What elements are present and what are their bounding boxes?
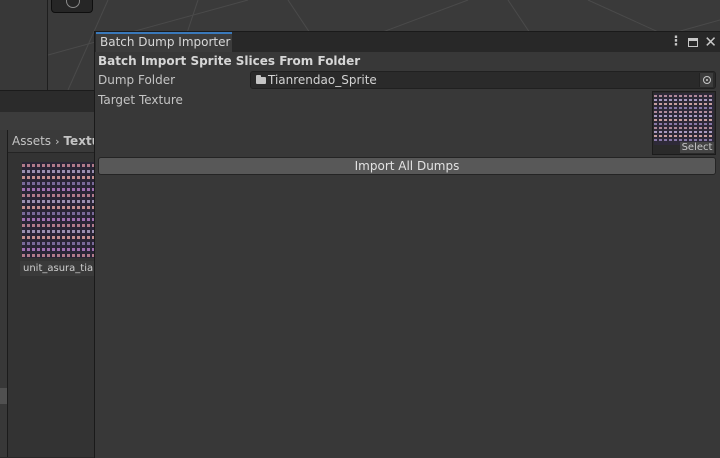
sprite-row [654, 103, 714, 105]
scrollbar-thumb[interactable] [0, 388, 7, 404]
scene-tool-button[interactable] [51, 0, 93, 13]
texture-select-button[interactable]: Select [680, 142, 714, 153]
project-assets-panel: Assets ›Textures unit_asura_tianrendao [8, 130, 94, 457]
section-header: Batch Import Sprite Slices From Folder [98, 54, 361, 68]
more-options-icon[interactable]: ⋮ [669, 35, 682, 49]
folder-icon [256, 75, 266, 84]
import-all-dumps-button[interactable]: Import All Dumps [98, 157, 716, 175]
dump-folder-field[interactable]: Tianrendao_Sprite [250, 71, 716, 89]
sprite-row [22, 188, 94, 191]
asset-label[interactable]: unit_asura_tianrendao [20, 261, 94, 276]
sprite-sheet-thumbnail[interactable] [22, 162, 94, 258]
sprite-row [654, 115, 714, 117]
sprite-row [654, 107, 714, 109]
project-folder-tree [0, 130, 8, 457]
texture-preview [654, 93, 714, 145]
sprite-row [654, 127, 714, 129]
breadcrumb-textures[interactable]: Textures [63, 134, 94, 148]
orbit-icon [66, 0, 80, 8]
sprite-row [22, 254, 94, 257]
sprite-row [22, 242, 94, 245]
target-texture-field[interactable]: Select [652, 91, 716, 155]
sprite-row [654, 131, 714, 133]
sprite-row [22, 218, 94, 221]
sprite-row [654, 111, 714, 113]
dump-folder-label: Dump Folder [98, 73, 176, 87]
window-controls: ⋮ ✕ [669, 34, 717, 50]
sprite-row [22, 164, 94, 167]
chevron-right-icon: › [55, 135, 60, 148]
hierarchy-panel [0, 0, 48, 90]
sprite-row [22, 182, 94, 185]
window-content: Batch Import Sprite Slices From Folder D… [95, 52, 720, 458]
window-tab[interactable]: Batch Dump Importer [96, 32, 232, 52]
breadcrumb: Assets ›Textures [8, 130, 94, 153]
sprite-row [22, 170, 94, 173]
sprite-row [22, 230, 94, 233]
sprite-row [22, 212, 94, 215]
sprite-row [654, 95, 714, 97]
close-icon[interactable]: ✕ [704, 35, 717, 50]
sprite-row [654, 99, 714, 101]
sprite-row [654, 119, 714, 121]
sprite-row [22, 200, 94, 203]
sprite-row [22, 248, 94, 251]
window-titlebar[interactable]: Batch Dump Importer ⋮ ✕ [95, 32, 720, 52]
object-picker-icon[interactable] [699, 73, 713, 87]
sprite-row [654, 139, 714, 141]
project-toolbar [0, 112, 94, 130]
breadcrumb-assets[interactable]: Assets [12, 134, 51, 148]
sprite-row [22, 236, 94, 239]
sprite-row [654, 123, 714, 125]
sprite-row [22, 176, 94, 179]
sprite-row [22, 194, 94, 197]
batch-dump-importer-window: Batch Dump Importer ⋮ ✕ Batch Import Spr… [94, 31, 720, 458]
dump-folder-value: Tianrendao_Sprite [268, 73, 377, 87]
sprite-row [22, 206, 94, 209]
sprite-row [654, 135, 714, 137]
target-texture-label: Target Texture [98, 93, 183, 107]
sprite-row [22, 224, 94, 227]
maximize-icon[interactable] [688, 37, 699, 47]
